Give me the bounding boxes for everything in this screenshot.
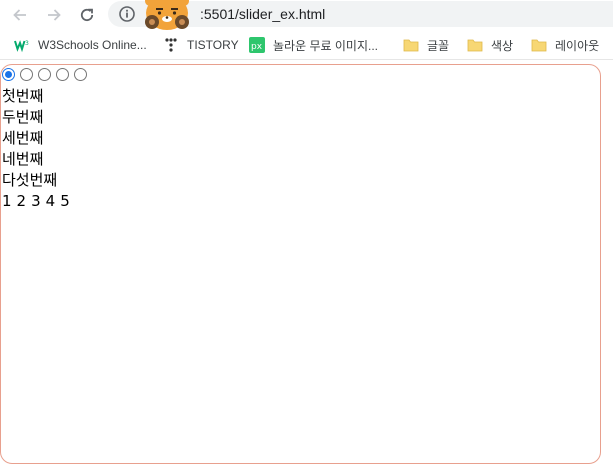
forward-button[interactable] (42, 3, 66, 27)
folder-icon (531, 39, 547, 52)
pager-4[interactable]: 4 (46, 191, 56, 212)
bookmark-label: 레이아웃 (555, 38, 600, 53)
slide-radio-group (2, 68, 92, 84)
page-content-frame: 첫번째 두번째 세번째 네번째 다섯번째 1 2 3 4 5 (0, 64, 601, 464)
folder-icon (467, 39, 483, 52)
slide-3: 세번째 (2, 129, 44, 147)
forward-arrow-icon (48, 9, 61, 21)
reload-button[interactable] (75, 3, 99, 27)
slide-1: 첫번째 (2, 87, 44, 105)
slide-radio-2[interactable] (20, 68, 33, 81)
info-icon[interactable] (118, 5, 136, 23)
bookmark-folder-colors[interactable]: 색상 (467, 36, 513, 54)
url-text[interactable]: :5501/slider_ex.html (200, 5, 325, 23)
bookmark-w3schools[interactable]: 3 W3Schools Online... (14, 36, 147, 54)
bookmark-label: W3Schools Online... (38, 38, 147, 52)
back-button[interactable] (8, 3, 32, 27)
pager-1[interactable]: 1 (2, 191, 12, 212)
pixabay-icon: px (249, 37, 265, 53)
folder-icon (403, 39, 419, 52)
w3schools-icon: 3 (14, 40, 29, 53)
bookmark-label: TISTORY (187, 38, 239, 52)
bookmark-label: 색상 (491, 38, 514, 53)
svg-text:px: px (251, 42, 263, 52)
slide-radio-3[interactable] (38, 68, 51, 81)
bookmark-folder-layout[interactable]: 레이아웃 (531, 36, 599, 54)
back-arrow-icon (13, 9, 26, 21)
slide-4: 네번째 (2, 150, 44, 168)
slide-2: 두번째 (2, 108, 44, 126)
reload-icon (80, 8, 94, 22)
pager-3[interactable]: 3 (31, 191, 41, 212)
tistory-icon (165, 38, 177, 52)
pager-2[interactable]: 2 (17, 191, 27, 212)
svg-text:3: 3 (25, 40, 29, 47)
bookmark-folder-fonts[interactable]: 글꼴 (403, 36, 449, 54)
slide-5: 다섯번째 (2, 171, 58, 189)
bookmark-label: 글꼴 (427, 38, 450, 53)
bookmark-label: 놀라운 무료 이미지... (273, 38, 378, 53)
bookmark-pixabay[interactable]: px 놀라운 무료 이미지... (249, 36, 378, 54)
bookmark-tistory[interactable]: TISTORY (163, 36, 239, 54)
slide-pager: 1 2 3 4 5 (2, 191, 75, 212)
slide-radio-4[interactable] (56, 68, 69, 81)
slide-radio-1[interactable] (2, 68, 15, 81)
bookmarks-bar: 3 W3Schools Online... TISTORY px 놀라운 무료 … (0, 31, 613, 60)
slide-radio-5[interactable] (74, 68, 87, 81)
slide-list: 첫번째 두번째 세번째 네번째 다섯번째 1 2 3 4 5 (2, 86, 75, 212)
pager-5[interactable]: 5 (60, 191, 70, 212)
browser-toolbar: :5501/slider_ex.html (0, 0, 613, 30)
